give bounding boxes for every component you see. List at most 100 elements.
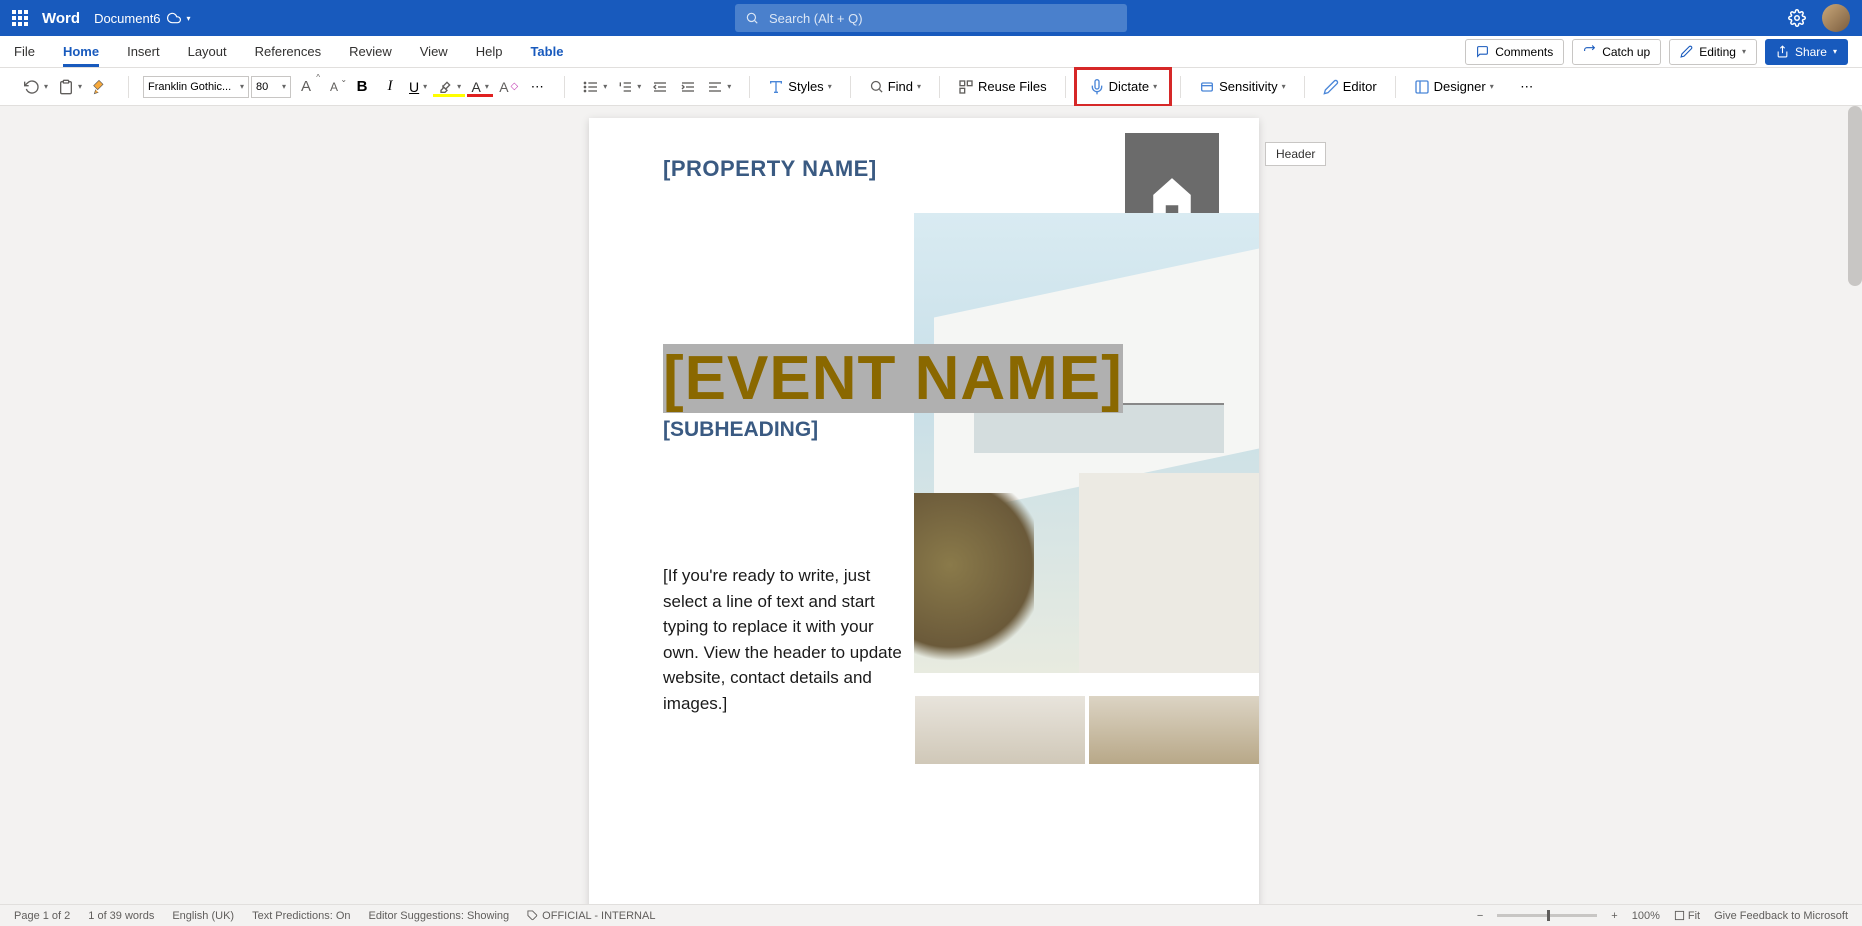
zoom-in-button[interactable]: + xyxy=(1611,910,1617,922)
catch-up-button[interactable]: Catch up xyxy=(1572,39,1661,65)
bold-button[interactable]: B xyxy=(349,74,375,100)
dictate-label: Dictate xyxy=(1109,79,1149,94)
chevron-down-icon: ▾ xyxy=(78,82,82,91)
chevron-down-icon: ▾ xyxy=(1490,82,1494,91)
styles-button[interactable]: Styles ▾ xyxy=(764,74,835,100)
document-page[interactable]: Header [PROPERTY NAME] [EVENT NAME] [SUB… xyxy=(589,118,1259,904)
font-color-button[interactable]: A▾ xyxy=(467,74,493,100)
zoom-level[interactable]: 100% xyxy=(1632,910,1660,922)
editor-suggestions-status[interactable]: Editor Suggestions: Showing xyxy=(369,910,510,922)
user-avatar[interactable] xyxy=(1822,4,1850,32)
editor-button[interactable]: Editor xyxy=(1319,74,1381,100)
tab-layout[interactable]: Layout xyxy=(188,44,227,59)
fit-label: Fit xyxy=(1688,910,1700,922)
classification-status[interactable]: OFFICIAL - INTERNAL xyxy=(527,910,655,922)
zoom-slider[interactable] xyxy=(1497,914,1597,917)
grow-font-button[interactable]: A^ xyxy=(293,74,319,100)
designer-button[interactable]: Designer ▾ xyxy=(1410,74,1498,100)
comments-button[interactable]: Comments xyxy=(1465,39,1564,65)
chevron-down-icon: ▾ xyxy=(828,82,832,91)
find-button[interactable]: Find▾ xyxy=(865,74,925,100)
app-name: Word xyxy=(42,10,80,27)
event-block[interactable]: [EVENT NAME] [SUBHEADING] xyxy=(663,343,1123,442)
search-icon xyxy=(869,79,884,94)
document-canvas[interactable]: Header [PROPERTY NAME] [EVENT NAME] [SUB… xyxy=(0,106,1848,904)
increase-indent-button[interactable] xyxy=(675,74,701,100)
document-name[interactable]: Document6 ▾ xyxy=(94,11,191,26)
chevron-down-icon: ▾ xyxy=(485,82,489,91)
chevron-down-icon: ▾ xyxy=(282,82,286,91)
editor-label: Editor xyxy=(1343,79,1377,94)
clipboard-icon xyxy=(58,79,74,95)
font-size-selector[interactable]: 80▾ xyxy=(251,76,291,98)
share-button[interactable]: Share ▾ xyxy=(1765,39,1848,65)
font-name-selector[interactable]: Franklin Gothic...▾ xyxy=(143,76,249,98)
reuse-files-button[interactable]: Reuse Files xyxy=(954,74,1051,100)
numbered-list-icon xyxy=(617,79,633,95)
vertical-scrollbar[interactable] xyxy=(1848,106,1862,904)
body-paragraph[interactable]: [If you're ready to write, just select a… xyxy=(663,563,903,716)
format-painter-button[interactable] xyxy=(88,74,114,100)
fit-button[interactable]: Fit xyxy=(1674,910,1700,922)
scrollbar-thumb[interactable] xyxy=(1848,106,1862,286)
reuse-files-icon xyxy=(958,79,974,95)
tab-home[interactable]: Home xyxy=(63,44,99,59)
share-icon xyxy=(1776,45,1789,58)
reuse-files-label: Reuse Files xyxy=(978,79,1047,94)
tab-table[interactable]: Table xyxy=(520,40,573,63)
underline-button[interactable]: U▾ xyxy=(405,74,431,100)
italic-button[interactable]: I xyxy=(377,74,403,100)
text-predictions-status[interactable]: Text Predictions: On xyxy=(252,910,350,922)
clear-formatting-button[interactable]: A◇ xyxy=(495,74,522,100)
app-launcher-icon[interactable] xyxy=(12,10,28,26)
paintbrush-icon xyxy=(93,79,109,95)
tab-help[interactable]: Help xyxy=(476,44,503,59)
word-count[interactable]: 1 of 39 words xyxy=(88,910,154,922)
chevron-down-icon: ▾ xyxy=(240,82,244,91)
designer-icon xyxy=(1414,79,1430,95)
chevron-down-icon: ▾ xyxy=(1282,82,1286,91)
undo-button[interactable]: ▾ xyxy=(20,74,52,100)
property-name-heading[interactable]: [PROPERTY NAME] xyxy=(663,156,877,182)
classification-text: OFFICIAL - INTERNAL xyxy=(542,910,655,922)
sensitivity-label: Sensitivity xyxy=(1219,79,1278,94)
subheading[interactable]: [SUBHEADING] xyxy=(663,418,1123,442)
align-button[interactable]: ▾ xyxy=(703,74,735,100)
tab-references[interactable]: References xyxy=(255,44,321,59)
highlight-color-button[interactable]: ▾ xyxy=(433,74,465,100)
editing-label: Editing xyxy=(1699,45,1736,59)
feedback-link[interactable]: Give Feedback to Microsoft xyxy=(1714,910,1848,922)
settings-gear-icon[interactable] xyxy=(1788,9,1806,27)
more-commands-button[interactable]: ⋯ xyxy=(1514,74,1540,100)
search-box[interactable]: Search (Alt + Q) xyxy=(735,4,1127,32)
tab-insert[interactable]: Insert xyxy=(127,44,160,59)
tab-review[interactable]: Review xyxy=(349,44,392,59)
shrink-font-button[interactable]: A⌄ xyxy=(321,74,347,100)
page-count[interactable]: Page 1 of 2 xyxy=(14,910,70,922)
editing-mode-button[interactable]: Editing ▾ xyxy=(1669,39,1757,65)
language-status[interactable]: English (UK) xyxy=(172,910,234,922)
document-name-text: Document6 xyxy=(94,11,160,26)
zoom-out-button[interactable]: − xyxy=(1477,910,1483,922)
decrease-indent-button[interactable] xyxy=(647,74,673,100)
dictate-group-highlighted: Dictate▾ xyxy=(1074,67,1172,107)
dictate-button[interactable]: Dictate▾ xyxy=(1085,74,1161,100)
status-bar: Page 1 of 2 1 of 39 words English (UK) T… xyxy=(0,904,1862,926)
chevron-down-icon: ▾ xyxy=(637,82,641,91)
tab-file[interactable]: File xyxy=(14,44,35,59)
more-font-options-button[interactable]: ⋯ xyxy=(524,74,550,100)
bullets-button[interactable]: ▾ xyxy=(579,74,611,100)
numbering-button[interactable]: ▾ xyxy=(613,74,645,100)
event-name-heading[interactable]: [EVENT NAME] xyxy=(663,344,1123,413)
align-left-icon xyxy=(707,79,723,95)
chevron-down-icon: ▾ xyxy=(727,82,731,91)
designer-label: Designer xyxy=(1434,79,1486,94)
chevron-down-icon: ▾ xyxy=(44,82,48,91)
tab-view[interactable]: View xyxy=(420,44,448,59)
header-region-label[interactable]: Header xyxy=(1265,142,1326,166)
chevron-down-icon: ▾ xyxy=(457,82,461,91)
building-photo xyxy=(914,213,1259,673)
paste-button[interactable]: ▾ xyxy=(54,74,86,100)
sensitivity-button[interactable]: Sensitivity ▾ xyxy=(1195,74,1290,100)
styles-label: Styles xyxy=(788,79,823,94)
